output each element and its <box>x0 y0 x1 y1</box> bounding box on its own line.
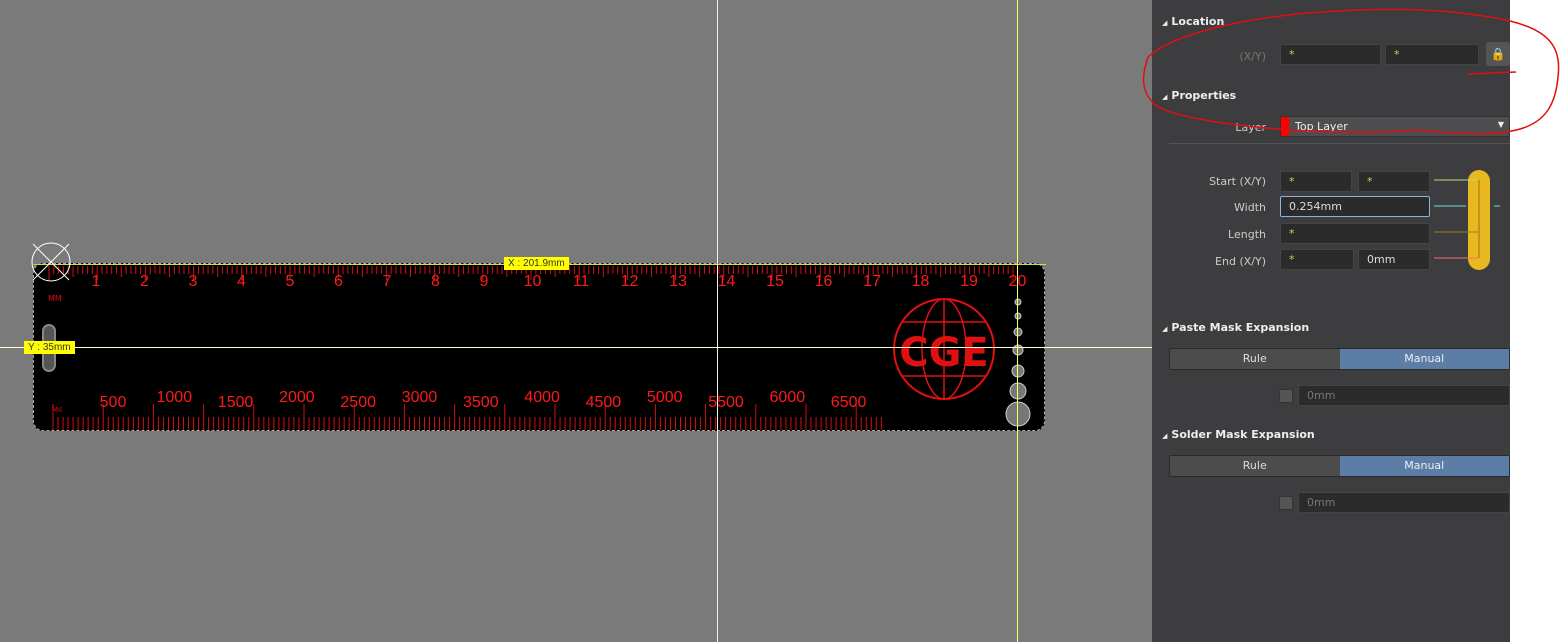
mm-ruler-label: 15 <box>766 273 784 290</box>
drill-hole <box>1014 298 1022 306</box>
solder-rule-button[interactable]: Rule <box>1170 456 1340 476</box>
paste-manual-button[interactable]: Manual <box>1339 349 1509 369</box>
cge-logo: CGE <box>893 298 995 400</box>
length-input[interactable]: * <box>1280 223 1430 244</box>
width-label: Width <box>1234 201 1266 214</box>
track-diagram <box>1434 170 1500 270</box>
drill-hole <box>1013 327 1023 337</box>
red-annotation-ellipse <box>1142 8 1560 135</box>
mm-ruler-label: 7 <box>382 273 392 290</box>
start-y-input[interactable]: * <box>1358 171 1430 192</box>
mil-ruler-label: 1000 <box>156 389 193 406</box>
mm-ruler-label: 4 <box>237 273 246 290</box>
bottom-unit-label: Mil <box>52 406 62 414</box>
mm-ruler-label: 3 <box>188 273 198 290</box>
mm-ruler-label: 6 <box>334 273 343 290</box>
mil-ruler-label: 2000 <box>279 389 315 406</box>
solder-mask-checkbox[interactable] <box>1279 496 1293 510</box>
mil-ruler-label: 3000 <box>401 389 438 406</box>
mil-ruler-label: 2500 <box>340 394 376 411</box>
mil-ruler-label: 6000 <box>769 389 806 406</box>
crosshair-horizontal <box>0 347 1152 348</box>
pcb-canvas[interactable]: CGE MM Mil 1 2 3 4 5 6 7 8 9 10 11 12 13 14 15 16 17 18 19… <box>0 0 1152 642</box>
paste-rule-button[interactable]: Rule <box>1170 349 1340 369</box>
mm-ruler-label: 17 <box>863 273 881 290</box>
mm-ruler-label: 18 <box>911 273 930 290</box>
mm-ruler-label: 10 <box>523 273 542 290</box>
x-coordinate-readout: X : 201.9mm <box>504 257 569 270</box>
collapse-triangle-icon: ◢ <box>1162 325 1168 333</box>
mil-ruler-label: 4000 <box>524 389 560 406</box>
origin-marker-icon <box>31 242 71 282</box>
mm-ruler-label: 5 <box>285 273 295 290</box>
drill-hole <box>1011 364 1025 378</box>
mil-ruler-label: 5500 <box>708 394 744 411</box>
paste-mask-section-header[interactable]: ◢ Paste Mask Expansion <box>1162 321 1309 334</box>
mm-ruler-label: 19 <box>960 273 978 290</box>
mm-ruler-label: 13 <box>669 273 687 290</box>
drill-hole <box>1009 382 1027 400</box>
drill-hole <box>1005 401 1031 427</box>
solder-mask-mode-toggle[interactable]: Rule Manual <box>1169 455 1510 477</box>
solder-manual-button[interactable]: Manual <box>1339 456 1509 476</box>
collapse-triangle-icon: ◢ <box>1162 432 1168 440</box>
mm-ruler-label: 12 <box>620 273 639 290</box>
start-x-input[interactable]: * <box>1280 171 1352 192</box>
section-title: Paste Mask Expansion <box>1171 321 1310 334</box>
mil-ruler-label: 5000 <box>646 389 683 406</box>
drill-hole <box>1014 312 1022 320</box>
solder-mask-value-input[interactable]: 0mm <box>1298 492 1510 513</box>
mm-ruler-label: 8 <box>431 273 440 290</box>
paste-mask-value-input[interactable]: 0mm <box>1298 385 1510 406</box>
crosshair-vertical <box>717 0 718 642</box>
snap-guide-vertical <box>1017 0 1018 642</box>
mil-ruler-label: 3500 <box>463 394 499 411</box>
mm-ruler-label: 1 <box>91 273 101 290</box>
paste-mask-mode-toggle[interactable]: Rule Manual <box>1169 348 1510 370</box>
end-y-input[interactable]: 0mm <box>1358 249 1430 270</box>
mm-ruler-label: 2 <box>140 273 149 290</box>
y-coordinate-readout: Y : 35mm <box>24 341 75 354</box>
solder-mask-section-header[interactable]: ◢ Solder Mask Expansion <box>1162 428 1315 441</box>
mm-ruler-label: 16 <box>814 273 833 290</box>
mil-ruler-label: 500 <box>99 394 127 411</box>
top-unit-label: MM <box>48 294 62 303</box>
mil-ruler-label: 4500 <box>585 394 622 411</box>
svg-text:CGE: CGE <box>899 330 989 376</box>
mm-ruler-label: 11 <box>572 273 590 290</box>
section-title: Solder Mask Expansion <box>1171 428 1315 441</box>
mil-ruler-label: 6500 <box>830 394 867 411</box>
width-input[interactable]: 0.254mm <box>1280 196 1430 217</box>
end-label: End (X/Y) <box>1215 255 1266 268</box>
paste-mask-checkbox[interactable] <box>1279 389 1293 403</box>
mil-ruler-label: 1500 <box>217 394 254 411</box>
end-x-input[interactable]: * <box>1280 249 1354 270</box>
mm-ruler-label: 9 <box>479 273 489 290</box>
mm-ruler-label: 14 <box>717 273 736 290</box>
length-label: Length <box>1228 228 1266 241</box>
start-label: Start (X/Y) <box>1209 175 1266 188</box>
